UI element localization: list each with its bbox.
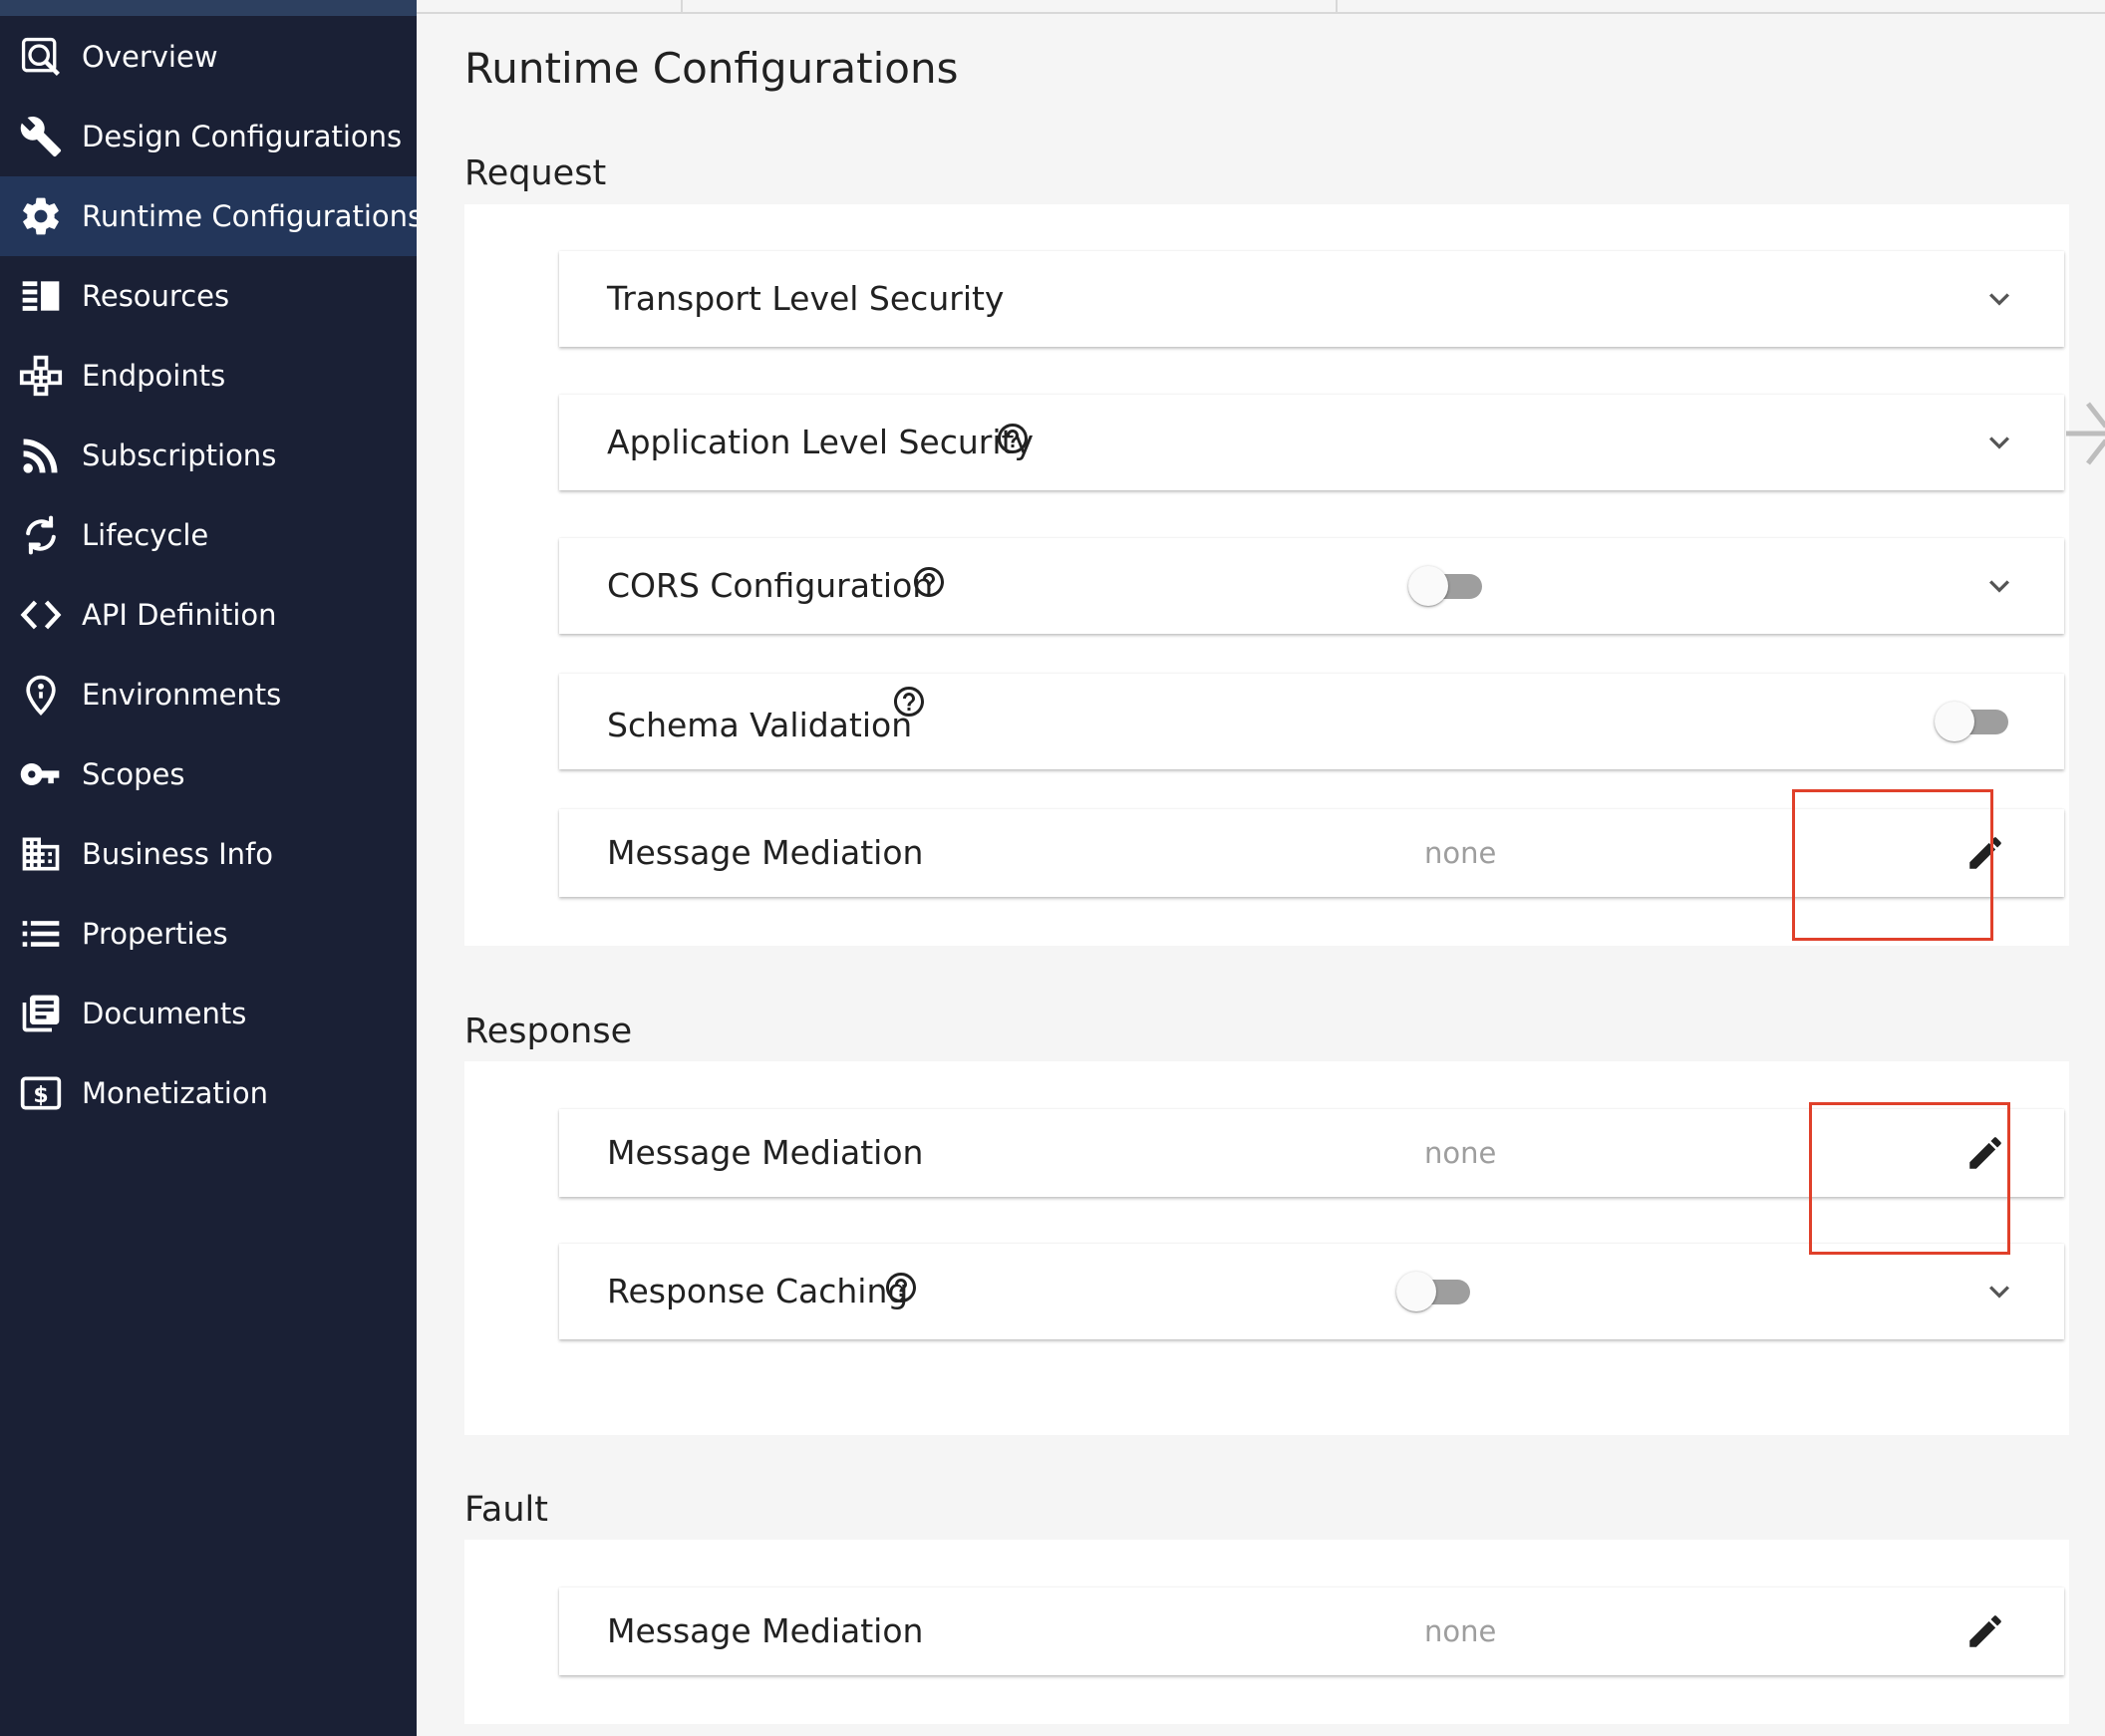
- sidebar-item-label: Subscriptions: [82, 438, 277, 472]
- documents-icon: [0, 992, 82, 1035]
- message-mediation-label: Message Mediation: [607, 1133, 924, 1172]
- dollar-icon: $: [0, 1071, 82, 1115]
- top-tab-divider: [417, 12, 2105, 14]
- chevron-down-icon[interactable]: [1979, 566, 2019, 606]
- cors-configuration-row[interactable]: CORS Configuration: [559, 538, 2064, 634]
- sidebar-item-label: Scopes: [82, 757, 185, 791]
- rss-icon: [0, 434, 82, 477]
- code-icon: [0, 593, 82, 637]
- request-panel: Transport Level Security Application Lev…: [464, 204, 2069, 946]
- transport-level-security-row[interactable]: Transport Level Security: [559, 251, 2064, 347]
- chevron-down-icon[interactable]: [1979, 423, 2019, 462]
- sidebar-item-label: Lifecycle: [82, 518, 209, 552]
- message-mediation-label: Message Mediation: [607, 833, 924, 872]
- response-caching-row[interactable]: Response Caching: [559, 1244, 2064, 1339]
- sidebar-item-label: Monetization: [82, 1076, 268, 1110]
- svg-text:$: $: [33, 1083, 48, 1108]
- application-level-security-row[interactable]: Application Level Security: [559, 395, 2064, 490]
- overview-search-icon: [0, 35, 82, 79]
- arrow-right-icon: [2066, 399, 2105, 468]
- chevron-down-icon[interactable]: [1979, 279, 2019, 319]
- toggle-thumb: [1408, 566, 1448, 606]
- tab-separator: [681, 0, 683, 13]
- gear-icon: [0, 194, 82, 238]
- toggle-thumb: [1935, 702, 1974, 741]
- sidebar-item-label: Runtime Configurations: [82, 199, 424, 233]
- sidebar-item-lifecycle[interactable]: Lifecycle: [0, 495, 417, 575]
- schema-validation-label: Schema Validation: [607, 706, 913, 744]
- sidebar-top-strip: [0, 0, 417, 16]
- building-icon: [0, 832, 82, 876]
- sidebar-item-label: Properties: [82, 917, 228, 951]
- sidebar-item-documents[interactable]: Documents: [0, 974, 417, 1053]
- sidebar-item-label: Overview: [82, 40, 218, 74]
- sidebar-item-label: Documents: [82, 997, 247, 1030]
- response-message-mediation-row: Message Mediation none: [559, 1109, 2064, 1197]
- wrench-icon: [0, 115, 82, 158]
- sidebar-item-overview[interactable]: Overview: [0, 17, 417, 97]
- help-icon[interactable]: [995, 421, 1031, 456]
- message-mediation-label: Message Mediation: [607, 1611, 924, 1650]
- sidebar: Overview Design Configurations Runtime C…: [0, 0, 423, 1736]
- sidebar-item-scopes[interactable]: Scopes: [0, 734, 417, 814]
- sidebar-item-design-configurations[interactable]: Design Configurations: [0, 97, 417, 176]
- sidebar-item-label: Resources: [82, 279, 230, 313]
- chevron-down-icon[interactable]: [1979, 1272, 2019, 1311]
- sidebar-item-subscriptions[interactable]: Subscriptions: [0, 416, 417, 495]
- sidebar-item-label: Endpoints: [82, 359, 226, 393]
- sidebar-item-label: Design Configurations: [82, 120, 403, 153]
- cors-toggle[interactable]: [1408, 566, 1486, 606]
- location-pin-icon: [0, 673, 82, 717]
- list-icon: [0, 912, 82, 956]
- tab-separator: [1336, 0, 1338, 13]
- endpoints-icon: [0, 354, 82, 398]
- response-caching-toggle[interactable]: [1396, 1272, 1474, 1311]
- cors-configuration-label: CORS Configuration: [607, 566, 934, 605]
- fault-panel: Message Mediation none: [464, 1540, 2069, 1724]
- sidebar-item-endpoints[interactable]: Endpoints: [0, 336, 417, 416]
- section-title-request: Request: [464, 153, 607, 193]
- response-caching-label: Response Caching: [607, 1272, 909, 1310]
- sidebar-item-environments[interactable]: Environments: [0, 655, 417, 734]
- sidebar-item-runtime-configurations[interactable]: Runtime Configurations: [0, 176, 423, 256]
- request-message-mediation-row: Message Mediation none: [559, 809, 2064, 897]
- application-level-security-label: Application Level Security: [607, 423, 1034, 461]
- message-mediation-value: none: [1424, 836, 1497, 870]
- sidebar-item-api-definition[interactable]: API Definition: [0, 575, 417, 655]
- edit-pencil-icon[interactable]: [1964, 832, 2006, 874]
- edit-pencil-icon[interactable]: [1964, 1132, 2006, 1174]
- resources-icon: [0, 274, 82, 318]
- fault-message-mediation-row: Message Mediation none: [559, 1588, 2064, 1675]
- sidebar-item-monetization[interactable]: $ Monetization: [0, 1053, 417, 1133]
- key-icon: [0, 752, 82, 796]
- help-icon[interactable]: [891, 684, 927, 720]
- help-icon[interactable]: [911, 564, 947, 600]
- page-title: Runtime Configurations: [464, 44, 959, 93]
- sidebar-item-properties[interactable]: Properties: [0, 894, 417, 974]
- sidebar-item-label: Business Info: [82, 837, 273, 871]
- sidebar-item-business-info[interactable]: Business Info: [0, 814, 417, 894]
- response-panel: Message Mediation none Response Caching: [464, 1061, 2069, 1435]
- message-mediation-value: none: [1424, 1136, 1497, 1170]
- section-title-response: Response: [464, 1012, 633, 1051]
- transport-level-security-label: Transport Level Security: [607, 279, 1005, 318]
- schema-validation-row: Schema Validation: [559, 674, 2064, 769]
- main-content: Runtime Configurations Request Transport…: [417, 0, 2105, 1736]
- sidebar-item-label: API Definition: [82, 598, 277, 632]
- sidebar-item-label: Environments: [82, 678, 282, 712]
- message-mediation-value: none: [1424, 1614, 1497, 1648]
- schema-validation-toggle[interactable]: [1935, 702, 2012, 741]
- lifecycle-icon: [0, 513, 82, 557]
- sidebar-item-resources[interactable]: Resources: [0, 256, 417, 336]
- edit-pencil-icon[interactable]: [1964, 1610, 2006, 1652]
- toggle-thumb: [1396, 1272, 1436, 1311]
- section-title-fault: Fault: [464, 1490, 548, 1530]
- help-icon[interactable]: [883, 1270, 919, 1305]
